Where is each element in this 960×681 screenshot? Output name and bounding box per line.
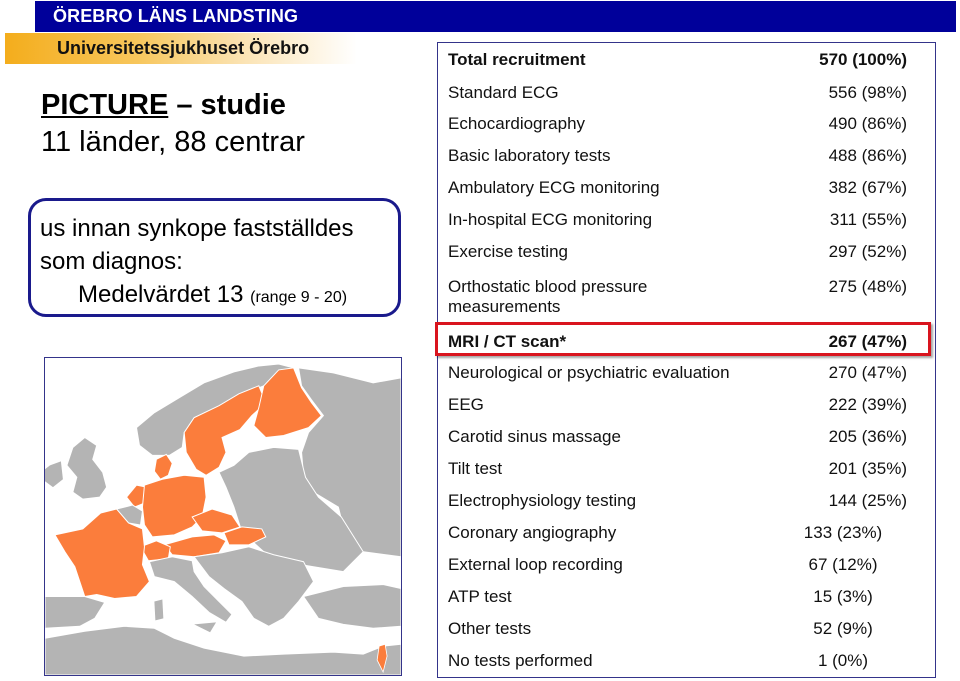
hospital-banner: Universitetssjukhuset Örebro: [5, 33, 445, 64]
row-value: 1 (0%): [817, 651, 869, 670]
row-label: Coronary angiography: [448, 523, 617, 542]
table-row: No tests performed 1 (0%): [448, 651, 925, 673]
table-row: Echocardiography 490 (86%): [448, 114, 925, 136]
study-name: PICTURE: [41, 89, 169, 121]
table-row: Carotid sinus massage 205 (36%): [448, 427, 925, 449]
table-row: External loop recording 67 (12%): [448, 555, 925, 577]
table-row: Electrophysiology testing 144 (25%): [448, 491, 925, 513]
table-row: Total recruitment 570 (100%): [448, 50, 925, 72]
row-label: In-hospital ECG monitoring: [448, 210, 653, 229]
row-value: 570 (100%): [819, 50, 907, 69]
row-value: 311 (55%): [829, 210, 907, 229]
study-subtitle: 11 länder, 88 centrar: [41, 126, 305, 158]
study-title: PICTURE – studie: [41, 89, 286, 122]
row-label: No tests performed: [448, 651, 593, 670]
row-label: Standard ECG: [448, 83, 559, 102]
row-label: Ambulatory ECG monitoring: [448, 178, 660, 197]
info-line-1: us innan synkope fastställdes: [40, 215, 354, 242]
table-row: Neurological or psychiatric evaluation 27…: [448, 363, 925, 385]
info-line-3: Medelvärdet 13 (range 9 - 20): [78, 281, 347, 309]
row-label: Carotid sinus massage: [448, 427, 621, 446]
row-value: 52 (9%): [813, 619, 873, 638]
row-value: 267 (47%): [828, 332, 907, 351]
row-value: 222 (39%): [828, 395, 907, 414]
row-value: 490 (86%): [828, 114, 907, 133]
row-value: 201 (35%): [828, 459, 907, 478]
table-row: In-hospital ECG monitoring 311 (55%): [448, 210, 925, 232]
hospital-name: Universitetssjukhuset Örebro: [57, 38, 310, 58]
row-value: 382 (67%): [828, 178, 907, 197]
row-label: MRI / CT scan*: [448, 332, 567, 351]
info-line-2: som diagnos:: [40, 248, 183, 275]
table-row: Exercise testing 297 (52%): [448, 242, 925, 264]
table-row: Coronary angiography 133 (23%): [448, 523, 925, 545]
range-value: (range 9 - 20): [250, 289, 348, 306]
row-label: Orthostatic blood pressure measurements: [448, 277, 648, 316]
diagnostic-tests-table: Total recruitment 570 (100%) Standard ECG 5…: [437, 42, 936, 678]
row-label: External loop recording: [448, 555, 623, 574]
row-value: 133 (23%): [803, 523, 883, 542]
organization-name: ÖREBRO LÄNS LANDSTING: [53, 6, 299, 26]
table-row: EEG 222 (39%): [448, 395, 925, 417]
row-value: 275 (48%): [828, 277, 907, 296]
row-value: 67 (12%): [808, 555, 878, 574]
row-label: Exercise testing: [448, 242, 568, 261]
study-title-suffix: – studie: [168, 89, 286, 121]
row-label: Neurological or psychiatric evaluation: [448, 363, 730, 382]
row-label: EEG: [448, 395, 484, 414]
row-label: Basic laboratory tests: [448, 146, 611, 165]
europe-map-graphic: [45, 358, 401, 675]
mean-value: Medelvärdet 13: [78, 281, 251, 308]
row-label: Echocardiography: [448, 114, 586, 133]
row-label: Electrophysiology testing: [448, 491, 637, 510]
table-row: Orthostatic blood pressure measurements 2…: [448, 277, 925, 321]
europe-map: [44, 357, 402, 676]
table-row: Basic laboratory tests 488 (86%): [448, 146, 925, 168]
table-row: Tilt test 201 (35%): [448, 459, 925, 481]
organization-banner: ÖREBRO LÄNS LANDSTING: [35, 1, 956, 32]
row-value: 488 (86%): [828, 146, 907, 165]
table-row: Standard ECG 556 (98%): [448, 83, 925, 105]
row-label: Other tests: [448, 619, 532, 638]
row-value: 556 (98%): [828, 83, 907, 102]
row-value: 144 (25%): [828, 491, 907, 510]
row-value: 205 (36%): [828, 427, 907, 446]
map-sardinia: [154, 599, 164, 621]
row-value: 15 (3%): [813, 587, 873, 606]
table-row: ATP test 15 (3%): [448, 587, 925, 609]
row-label: Total recruitment: [448, 50, 586, 69]
table-row: Other tests 52 (9%): [448, 619, 925, 641]
table-row-highlighted: MRI / CT scan* 267 (47%): [448, 332, 925, 354]
info-box: us innan synkope fastställdes som diagno…: [28, 198, 401, 317]
row-label: Tilt test: [448, 459, 503, 478]
row-value: 297 (52%): [828, 242, 907, 261]
table-row: Ambulatory ECG monitoring 382 (67%): [448, 178, 925, 200]
row-value: 270 (47%): [828, 363, 907, 382]
row-label: ATP test: [448, 587, 512, 606]
